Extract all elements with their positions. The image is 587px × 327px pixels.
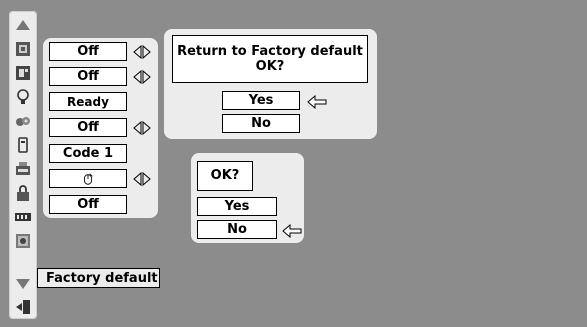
message-line-1: Return to Factory default (177, 44, 363, 59)
lock-icon[interactable] (13, 183, 33, 203)
exit-icon[interactable] (13, 297, 33, 317)
mouse-icon (84, 172, 93, 185)
left-right-arrows-icon[interactable] (133, 69, 151, 85)
setting-value-3[interactable]: Ready (49, 92, 127, 111)
left-right-arrows-icon[interactable] (133, 44, 151, 60)
picture-adjust-icon[interactable] (13, 39, 33, 59)
left-right-arrows-icon[interactable] (133, 120, 151, 136)
setting-value-4[interactable]: Off (49, 118, 127, 137)
setting-value-5[interactable]: Code 1 (49, 144, 127, 163)
confirm-message: OK? (197, 161, 253, 191)
settings-icon[interactable] (13, 231, 33, 251)
image-icon[interactable] (13, 63, 33, 83)
confirm-dialog: OK? Yes No (191, 153, 304, 243)
left-right-arrows-icon[interactable] (133, 171, 151, 187)
settings-panel: Off Off Ready Off Code 1 Off (43, 38, 158, 218)
yes-button[interactable]: Yes (222, 91, 300, 110)
setting-value-6[interactable] (49, 169, 127, 188)
factory-default-tooltip: Factory default (37, 268, 160, 288)
remote-icon[interactable] (13, 135, 33, 155)
setting-value-7[interactable]: Off (49, 195, 127, 214)
factory-default-message: Return to Factory default OK? (172, 35, 368, 83)
no-button[interactable]: No (222, 114, 300, 133)
confirm-yes-button[interactable]: Yes (197, 197, 277, 216)
left-arrow-pointer-icon (307, 94, 327, 110)
confirm-no-button[interactable]: No (197, 220, 277, 239)
film-icon[interactable] (13, 207, 33, 227)
setting-value-1[interactable]: Off (49, 42, 127, 61)
lamp-icon[interactable] (13, 87, 33, 107)
message-line-2: OK? (255, 59, 285, 74)
usb-icon[interactable] (13, 159, 33, 179)
left-arrow-pointer-icon (282, 223, 302, 239)
factory-default-dialog: Return to Factory default OK? Yes No (164, 29, 377, 139)
scroll-down-icon[interactable] (13, 273, 33, 293)
scroll-up-icon[interactable] (13, 15, 33, 35)
setting-value-2[interactable]: Off (49, 67, 127, 86)
menu-icon-strip (9, 11, 37, 319)
fan-icon[interactable] (13, 111, 33, 131)
